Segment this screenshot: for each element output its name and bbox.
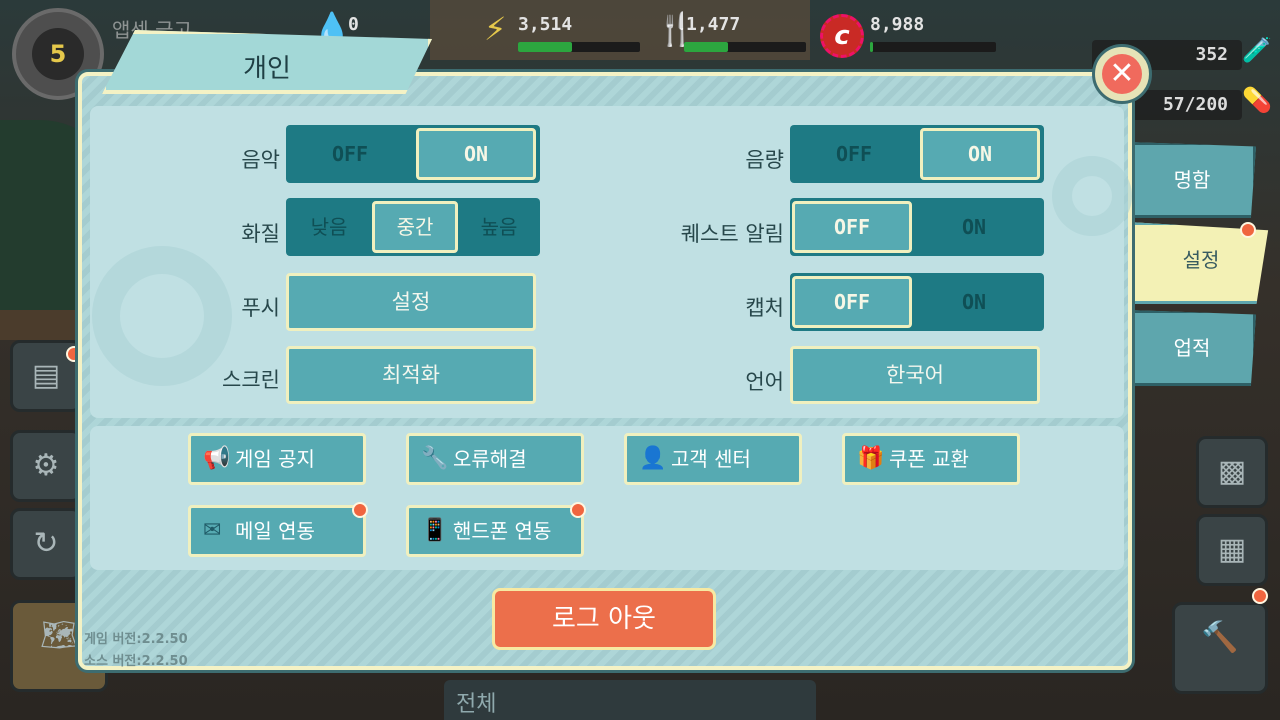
rotate-icon: ↻ [33,526,59,561]
quality-high-option[interactable]: 높음 [456,201,540,253]
power-bar-fill [518,42,572,52]
tab-settings-label: 설정 [1182,248,1220,272]
volume-on-option[interactable]: ON [920,128,1040,180]
dweller-gear-icon: ⚙ [32,448,60,483]
lunchbox-button[interactable]: ▦ [1196,514,1268,586]
music-toggle[interactable]: OFF ON [286,125,540,183]
caps-bar [870,42,996,52]
close-button[interactable]: ✕ [1092,44,1152,104]
phone-icon: 📱 [421,518,449,543]
push-settings-button[interactable]: 설정 [286,273,536,331]
map-icon: 🗺 [39,618,79,653]
coupon-button[interactable]: 🎁 쿠폰 교환 [842,433,1020,485]
customer-center-button[interactable]: 👤 고객 센터 [624,433,802,485]
coupon-label: 쿠폰 교환 [889,447,969,471]
capture-on-option[interactable]: ON [914,276,1034,328]
screen-optimize-button[interactable]: 최적화 [286,346,536,404]
wrench-icon: 🔧 [421,446,449,471]
food-bar [684,42,806,52]
power-value: 3,514 [518,14,573,35]
megaphone-icon: 📢 [203,446,231,471]
bottom-filter-label: 전체 [456,692,497,717]
quest-alert-off-option[interactable]: OFF [792,201,912,253]
troubleshoot-button[interactable]: 🔧 오류해결 [406,433,584,485]
quest-alert-label: 퀘스트 알림 [680,222,784,246]
dweller-value: 57/200 [1162,94,1228,115]
person-icon: 👤 [639,446,667,471]
notification-dot [1252,588,1268,604]
food-bar-fill [684,42,728,52]
logout-button[interactable]: 로그 아웃 [492,588,716,650]
mail-icon: ✉ [203,518,222,543]
build-button[interactable]: 🔨 [1172,602,1268,694]
quest-alert-on-option[interactable]: ON [914,201,1034,253]
pill-icon: 💊 [1242,86,1272,114]
dialog-title: 개인 [243,54,291,84]
customer-center-label: 고객 센터 [671,447,751,471]
notification-dot [570,502,586,518]
tab-profile-label: 명함 [1173,168,1211,192]
quality-label: 화질 [241,222,280,246]
gift-icon: 🎁 [857,446,885,471]
quality-selector[interactable]: 낮음 중간 높음 [286,198,540,256]
notice-button[interactable]: 📢 게임 공지 [188,433,366,485]
source-version: 소스 버전:2.2.50 [84,654,188,669]
mail-link-label: 메일 연동 [235,519,315,543]
share-button[interactable]: ↻ [10,508,82,580]
hammer-icon: 🔨 [1201,620,1239,655]
dialog-title-tab: 개인 [102,30,432,94]
troubleshoot-label: 오류해결 [453,447,527,471]
water-value: 0 [348,14,359,35]
capture-toggle[interactable]: OFF ON [790,273,1044,331]
pipboy-icon: ▤ [31,358,61,393]
language-button[interactable]: 한국어 [790,346,1040,404]
music-label: 음악 [241,148,280,172]
quality-low-option[interactable]: 낮음 [286,201,372,253]
volume-off-option[interactable]: OFF [794,128,914,180]
phone-link-label: 핸드폰 연동 [453,519,552,543]
tab-achievements[interactable]: 업적 [1128,310,1256,386]
push-label: 푸시 [241,296,280,320]
screen-label: 스크린 [222,368,280,392]
storage-icon: ▩ [1217,454,1247,489]
nuka-value: 352 [1195,44,1228,65]
capture-off-option[interactable]: OFF [792,276,912,328]
gear-decoration [1052,156,1132,236]
notification-dot [1240,222,1256,238]
tab-achievements-label: 업적 [1173,336,1211,360]
phone-link-button[interactable]: 📱 핸드폰 연동 [406,505,584,557]
caps-icon: c [820,14,864,58]
lunchbox-icon: ▦ [1217,532,1247,567]
dweller-settings-button[interactable]: ⚙ [10,430,82,502]
caps-value: 8,988 [870,14,925,35]
notification-dot [352,502,368,518]
power-icon: ⚡ [484,10,507,48]
tab-profile[interactable]: 명함 [1128,142,1256,218]
bottom-filter-tab[interactable]: 전체 [444,680,816,720]
language-label: 언어 [745,370,784,394]
mail-link-button[interactable]: ✉ 메일 연동 [188,505,366,557]
quality-mid-option[interactable]: 중간 [372,201,458,253]
volume-toggle[interactable]: OFF ON [790,125,1044,183]
game-version: 게임 버전:2.2.50 [84,632,188,647]
capture-label: 캡처 [745,296,784,320]
nuka-bottle-icon: 🧪 [1242,36,1272,64]
food-value: 1,477 [686,14,741,35]
notice-label: 게임 공지 [235,447,315,471]
quest-alert-toggle[interactable]: OFF ON [790,198,1044,256]
power-bar [518,42,640,52]
music-on-option[interactable]: ON [416,128,536,180]
storage-button[interactable]: ▩ [1196,436,1268,508]
level-value: 5 [32,28,84,80]
music-off-option[interactable]: OFF [290,128,410,180]
close-icon: ✕ [1102,54,1142,94]
volume-label: 음량 [745,148,784,172]
caps-bar-fill [870,42,873,52]
